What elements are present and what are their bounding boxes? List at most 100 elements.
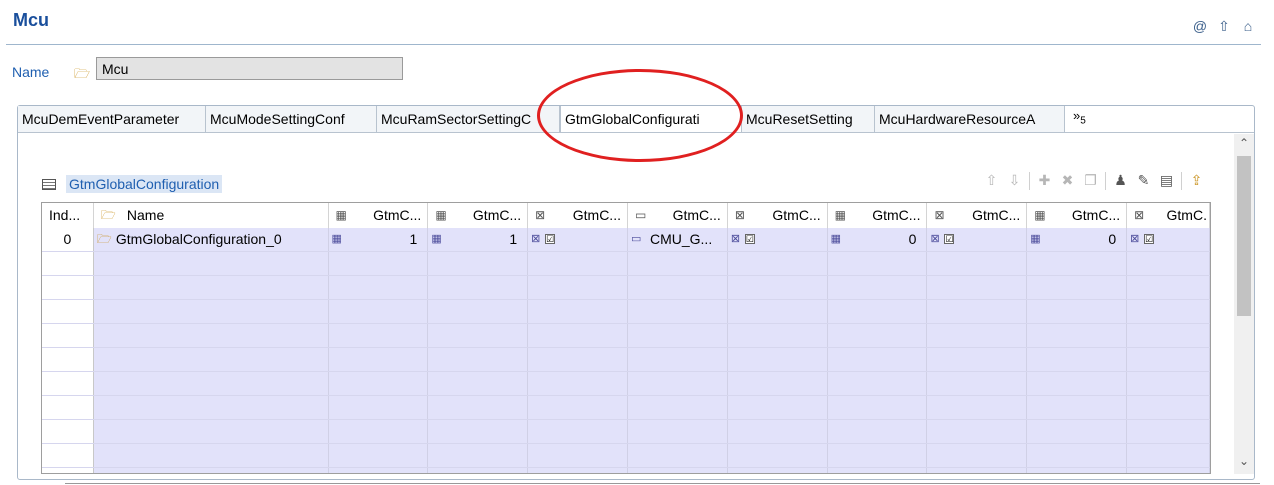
tab-mcu-ram-sector-setting[interactable]: McuRamSectorSettingC — [377, 106, 560, 132]
empty-cell — [42, 348, 94, 371]
tab-mcu-dem-event-parameter[interactable]: McuDemEventParameter — [18, 106, 206, 132]
empty-cell — [827, 276, 928, 299]
empty-cell — [1127, 300, 1210, 323]
empty-cell — [328, 396, 429, 419]
tabs-overflow-button[interactable]: »5 — [1073, 108, 1086, 127]
column-header-name[interactable]: 🗁 Name — [94, 203, 329, 228]
checkbox[interactable]: ☑ — [1144, 234, 1155, 244]
enum-param-icon: ▭ — [634, 208, 647, 222]
checkbox[interactable]: ☑ — [944, 234, 955, 244]
column-header[interactable]: ⊠ GtmC... — [528, 203, 628, 228]
tab-gtm-global-configuration[interactable]: GtmGlobalConfigurati — [560, 106, 742, 132]
empty-cell — [528, 252, 628, 275]
scroll-up-icon[interactable]: ⌃ — [1234, 136, 1254, 154]
tab-mcu-reset-setting[interactable]: McuResetSetting — [742, 106, 875, 132]
column-header[interactable]: ▦ GtmC... — [329, 203, 429, 228]
header-divider — [6, 44, 1261, 45]
section-title: GtmGlobalConfiguration — [66, 175, 223, 193]
empty-cell — [1127, 348, 1210, 371]
empty-cell — [927, 300, 1028, 323]
empty-cell — [827, 468, 928, 473]
scroll-down-icon[interactable]: ⌄ — [1234, 454, 1254, 472]
empty-cell — [627, 348, 728, 371]
empty-cell — [328, 420, 429, 443]
up-arrow-icon[interactable]: ⇧ — [1216, 18, 1232, 35]
empty-cell — [1127, 276, 1210, 299]
empty-cell — [927, 420, 1028, 443]
user-icon[interactable]: ♟ — [1112, 172, 1129, 190]
empty-cell — [827, 324, 928, 347]
empty-cell — [627, 276, 728, 299]
empty-cell — [428, 468, 529, 473]
empty-cell — [528, 444, 628, 467]
empty-cell — [627, 372, 728, 395]
empty-cell — [328, 252, 429, 275]
boolean-param-icon: ⊠ — [535, 208, 546, 222]
empty-cell — [428, 300, 529, 323]
value-cell[interactable]: ▦ 0 — [1027, 228, 1128, 251]
numeric-param-icon: ▦ — [435, 208, 447, 222]
checkbox-cell[interactable]: ⊠ ☑ — [528, 228, 628, 251]
empty-cell — [827, 252, 928, 275]
checkbox-cell[interactable]: ⊠ ☑ — [927, 228, 1028, 251]
edit-table-icon[interactable]: ▤ — [1158, 172, 1175, 190]
empty-cell — [627, 300, 728, 323]
at-icon[interactable]: @ — [1192, 18, 1208, 35]
copy-icon[interactable]: ❐ — [1082, 172, 1099, 190]
checkbox[interactable]: ☑ — [545, 234, 556, 244]
value-cell[interactable]: ▦ 0 — [827, 228, 928, 251]
tab-mcu-hardware-resource[interactable]: McuHardwareResourceA — [875, 106, 1065, 132]
column-header[interactable]: ⊠ GtmC... — [728, 203, 828, 228]
tab-mcu-mode-setting-conf[interactable]: McuModeSettingConf — [206, 106, 377, 132]
column-header-index[interactable]: Ind... — [42, 203, 94, 228]
move-up-icon[interactable]: ⇧ — [983, 172, 1000, 190]
empty-cell — [93, 372, 329, 395]
table-row[interactable]: 0 🗁 GtmGlobalConfiguration_0 ▦ 1 ▦ 1 ⊠ ☑ ▭ CM… — [42, 228, 1210, 252]
name-cell[interactable]: 🗁 GtmGlobalConfiguration_0 — [93, 228, 329, 251]
home-icon[interactable]: ⌂ — [1240, 18, 1256, 35]
empty-cell — [1027, 396, 1128, 419]
param-value-icon: ⊠ — [531, 233, 541, 245]
table-header: Ind... 🗁 Name ▦ GtmC... ▦ GtmC... ⊠ GtmC... … — [42, 203, 1210, 229]
export-icon[interactable]: ⇪ — [1188, 172, 1205, 190]
empty-cell — [42, 444, 94, 467]
checkbox[interactable]: ☑ — [744, 234, 755, 244]
empty-cell — [1127, 468, 1210, 473]
name-field[interactable]: Mcu — [96, 57, 403, 80]
column-header[interactable]: ⊠ GtmC... — [927, 203, 1028, 228]
empty-cell — [727, 396, 828, 419]
empty-cell — [727, 444, 828, 467]
column-header[interactable]: ⊠ GtmC. — [1127, 203, 1210, 228]
empty-cell — [528, 420, 628, 443]
delete-icon[interactable]: ✖ — [1059, 172, 1076, 190]
checkbox-cell[interactable]: ⊠ ☑ — [1127, 228, 1210, 251]
column-header[interactable]: ▦ GtmC... — [1027, 203, 1128, 228]
empty-cell — [428, 420, 529, 443]
value-cell[interactable]: ▦ 1 — [328, 228, 429, 251]
column-header[interactable]: ▦ GtmC... — [428, 203, 529, 228]
empty-cell — [627, 252, 728, 275]
empty-cell — [528, 276, 628, 299]
column-header[interactable]: ▦ GtmC... — [828, 203, 928, 228]
table-toolbar: ⇧ ⇩ ✚ ✖ ❐ ♟ ✎ ▤ ⇪ — [983, 172, 1205, 190]
value-cell[interactable]: ▦ 1 — [428, 228, 529, 251]
value-cell[interactable]: ▭ CMU_G... — [627, 228, 728, 251]
add-icon[interactable]: ✚ — [1036, 172, 1053, 190]
empty-cell — [93, 252, 329, 275]
param-value-icon: ⊠ — [1130, 233, 1140, 245]
empty-cell — [627, 444, 728, 467]
boolean-param-icon: ⊠ — [934, 208, 945, 222]
vertical-scrollbar[interactable]: ⌃ ⌄ — [1234, 134, 1254, 474]
empty-cell — [328, 324, 429, 347]
empty-cell — [328, 348, 429, 371]
edit-icon[interactable]: ✎ — [1135, 172, 1152, 190]
empty-cell — [93, 324, 329, 347]
column-header[interactable]: ▭ GtmC... — [628, 203, 728, 228]
param-value-icon: ⊠ — [930, 233, 940, 245]
checkbox-cell[interactable]: ⊠ ☑ — [727, 228, 828, 251]
scroll-thumb[interactable] — [1237, 156, 1251, 316]
empty-cell — [727, 348, 828, 371]
empty-cell — [727, 276, 828, 299]
numeric-param-icon: ▦ — [834, 208, 846, 222]
move-down-icon[interactable]: ⇩ — [1006, 172, 1023, 190]
